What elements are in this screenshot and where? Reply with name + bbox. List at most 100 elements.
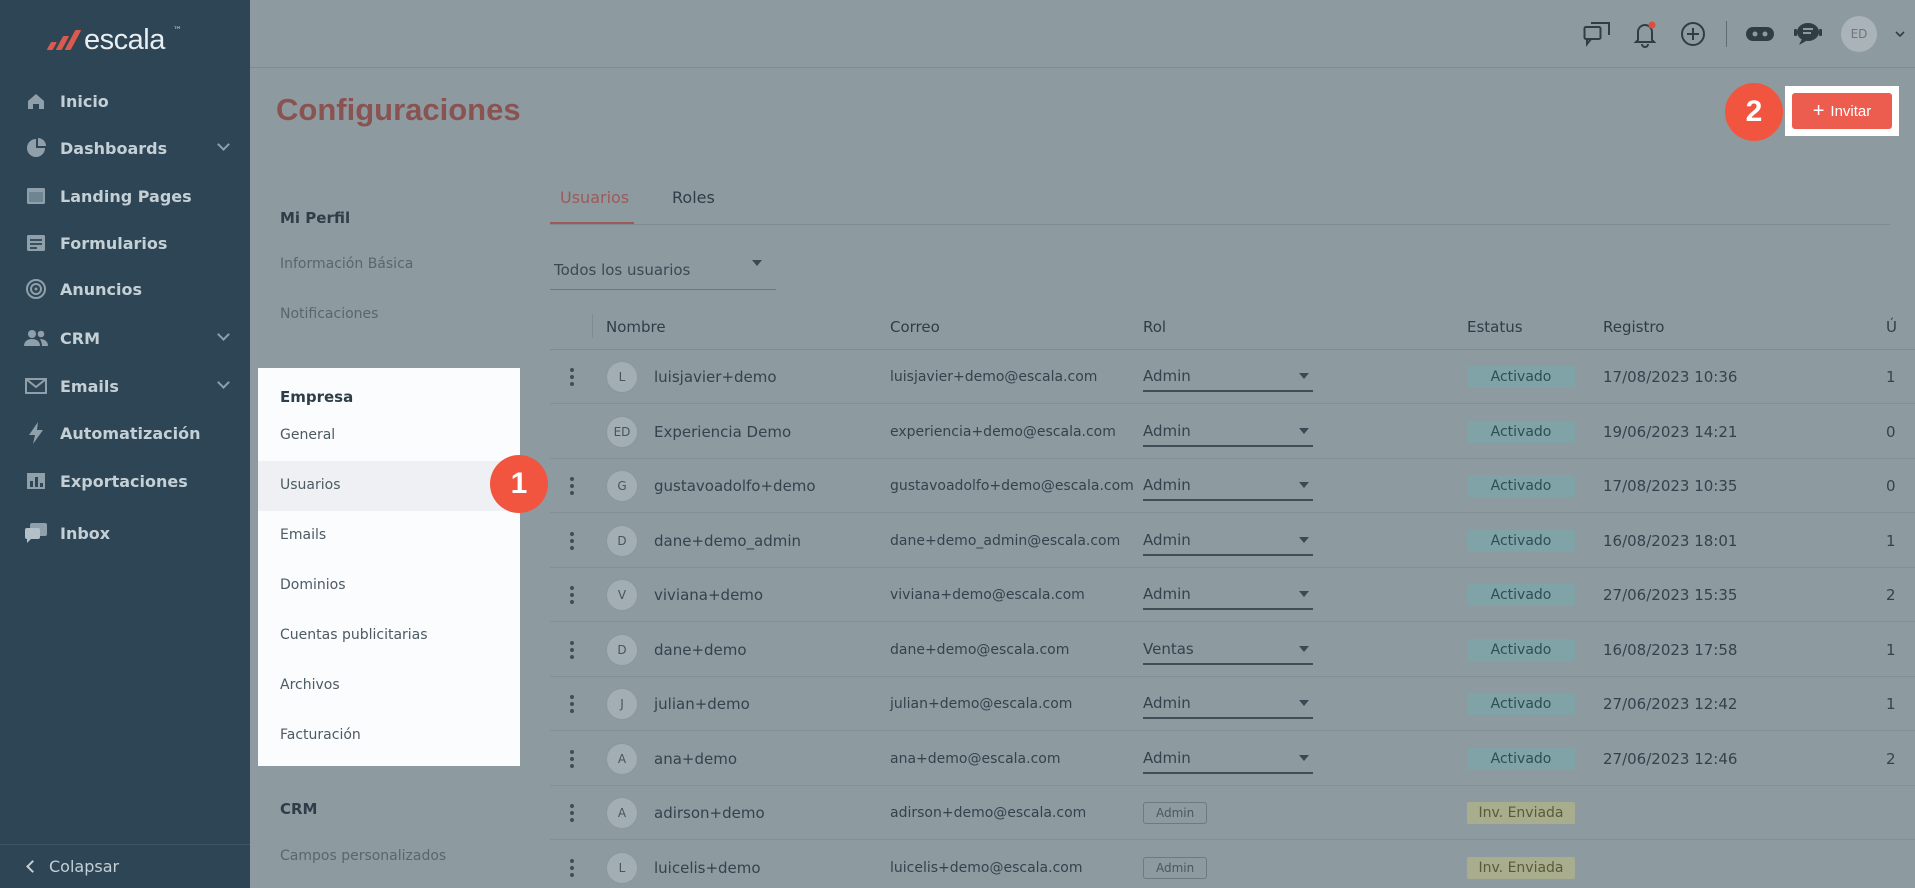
add-circle-icon[interactable] (1678, 19, 1708, 49)
table-row[interactable]: Vviviana+demo viviana+demo@escala.com Admi… (550, 568, 1915, 622)
brand-logo[interactable]: escala ™ (46, 22, 182, 58)
user-avatar: L (606, 361, 638, 393)
status-badge-cell: Activado (1467, 623, 1575, 677)
tab-roles[interactable]: Roles (672, 188, 715, 207)
status-badge: Activado (1467, 747, 1575, 770)
role-select[interactable]: Ventas (1143, 623, 1313, 677)
user-avatar-cell: V (606, 568, 638, 622)
row-menu-icon[interactable] (568, 841, 576, 888)
lightning-icon (24, 422, 48, 444)
row-menu-icon[interactable] (568, 732, 576, 786)
browser-window-icon (24, 185, 48, 207)
column-header-role[interactable]: Rol (1143, 318, 1166, 336)
table-row[interactable]: ED Experiencia Demo experiencia+demo@escal… (550, 405, 1915, 459)
user-name[interactable]: viviana+demo (654, 568, 763, 622)
chevron-down-icon[interactable] (1895, 30, 1905, 38)
settings-item-domains[interactable]: Dominios (280, 577, 346, 593)
table-row[interactable]: Lluicelis+demo luicelis+demo@escala.com Ad… (550, 841, 1915, 888)
role-select[interactable]: Admin (1143, 732, 1313, 786)
table-row[interactable]: Lluisjavier+demo luisjavier+demo@escala.c… (550, 350, 1915, 404)
column-header-email[interactable]: Correo (890, 318, 940, 336)
row-menu-icon[interactable] (568, 459, 576, 513)
support-chat-icon[interactable] (1793, 19, 1823, 49)
sidebar-item-emails[interactable]: Emails (0, 366, 250, 406)
row-menu-icon[interactable] (568, 350, 576, 404)
user-email: luisjavier+demo@escala.com (890, 369, 1098, 385)
settings-item-users[interactable]: Usuarios (280, 477, 341, 493)
user-name[interactable]: luicelis+demo (654, 841, 761, 888)
sidebar-item-automatizaci-n[interactable]: Automatización (0, 413, 250, 453)
settings-item-custom-fields[interactable]: Campos personalizados (280, 848, 446, 864)
user-avatar-cell: A (606, 732, 638, 786)
sidebar-item-label: Landing Pages (60, 186, 192, 206)
settings-item-notifications[interactable]: Notificaciones (280, 306, 378, 322)
sidebar-item-crm[interactable]: CRM (0, 318, 250, 358)
role-value: Admin (1143, 585, 1191, 603)
chevron-down-icon[interactable] (217, 138, 230, 151)
user-avatar[interactable]: ED (1841, 16, 1877, 52)
table-row[interactable]: Aadirson+demo adirson+demo@escala.com Admi… (550, 786, 1915, 840)
invite-button[interactable]: + Invitar (1792, 93, 1892, 129)
row-menu-icon[interactable] (568, 786, 576, 840)
column-header-status[interactable]: Estatus (1467, 318, 1523, 336)
row-menu-icon[interactable] (568, 623, 576, 677)
user-filter-select[interactable]: Todos los usuarios (550, 250, 776, 290)
user-name[interactable]: ana+demo (654, 732, 737, 786)
gamepad-icon[interactable] (1745, 19, 1775, 49)
user-name[interactable]: julian+demo (654, 677, 750, 731)
chevron-down-icon[interactable] (217, 328, 230, 341)
user-name[interactable]: dane+demo (654, 623, 747, 677)
divider (1726, 21, 1727, 47)
chevron-down-icon[interactable] (217, 376, 230, 389)
settings-item-general[interactable]: General (280, 427, 335, 443)
table-row[interactable]: Aana+demo ana+demo@escala.com Admin Activad… (550, 732, 1915, 786)
sidebar-item-exportaciones[interactable]: Exportaciones (0, 461, 250, 501)
sidebar-item-landing-pages[interactable]: Landing Pages (0, 176, 250, 216)
role-select[interactable]: Admin (1143, 405, 1313, 459)
column-header-last[interactable]: Ú (1886, 318, 1897, 336)
sidebar-item-anuncios[interactable]: Anuncios (0, 269, 250, 309)
bell-icon[interactable] (1630, 19, 1660, 49)
settings-item-billing[interactable]: Facturación (280, 727, 361, 743)
sidebar-item-inbox[interactable]: Inbox (0, 513, 250, 553)
sidebar-item-label: Automatización (60, 423, 201, 443)
sidebar-item-formularios[interactable]: Formularios (0, 223, 250, 263)
role-chip: Admin (1143, 786, 1208, 840)
table-row[interactable]: Ddane+demo_admin dane+demo_admin@escala.c… (550, 514, 1915, 568)
column-header-name[interactable]: Nombre (606, 318, 666, 336)
collapse-sidebar-button[interactable]: Colapsar (0, 844, 250, 888)
row-menu-icon[interactable] (568, 514, 576, 568)
messages-icon[interactable] (1582, 19, 1612, 49)
settings-item-emails[interactable]: Emails (280, 527, 326, 543)
user-name[interactable]: gustavoadolfo+demo (654, 459, 816, 513)
user-name[interactable]: adirson+demo (654, 786, 765, 840)
settings-item-basic-info[interactable]: Información Básica (280, 256, 413, 272)
table-row[interactable]: Ggustavoadolfo+demo gustavoadolfo+demo@es… (550, 459, 1915, 513)
role-select[interactable]: Admin (1143, 568, 1313, 622)
settings-item-files[interactable]: Archivos (280, 677, 340, 693)
role-select[interactable]: Admin (1143, 514, 1313, 568)
user-name[interactable]: luisjavier+demo (654, 350, 777, 404)
role-select[interactable]: Admin (1143, 459, 1313, 513)
sidebar-item-label: CRM (60, 328, 100, 348)
caret-down-icon (752, 260, 762, 266)
row-menu-icon[interactable] (568, 568, 576, 622)
user-name[interactable]: Experiencia Demo (654, 405, 791, 459)
user-email: viviana+demo@escala.com (890, 587, 1085, 603)
user-name[interactable]: dane+demo_admin (654, 514, 801, 568)
column-header-registered[interactable]: Registro (1603, 318, 1664, 336)
last-activity: 1 (1886, 531, 1896, 550)
table-row[interactable]: Jjulian+demo julian+demo@escala.com Admin A… (550, 677, 1915, 731)
sidebar-item-inicio[interactable]: Inicio (0, 81, 250, 121)
row-menu-icon[interactable] (568, 677, 576, 731)
table-row[interactable]: Ddane+demo dane+demo@escala.com Ventas Acti… (550, 623, 1915, 677)
settings-item-ad-accounts[interactable]: Cuentas publicitarias (280, 627, 428, 643)
caret-down-icon (1299, 482, 1309, 488)
role-select[interactable]: Admin (1143, 350, 1313, 404)
status-badge: Activado (1467, 420, 1575, 443)
tab-users[interactable]: Usuarios (560, 188, 629, 207)
user-email: gustavoadolfo+demo@escala.com (890, 478, 1134, 494)
user-email: adirson+demo@escala.com (890, 805, 1087, 821)
role-select[interactable]: Admin (1143, 677, 1313, 731)
sidebar-item-dashboards[interactable]: Dashboards (0, 128, 250, 168)
